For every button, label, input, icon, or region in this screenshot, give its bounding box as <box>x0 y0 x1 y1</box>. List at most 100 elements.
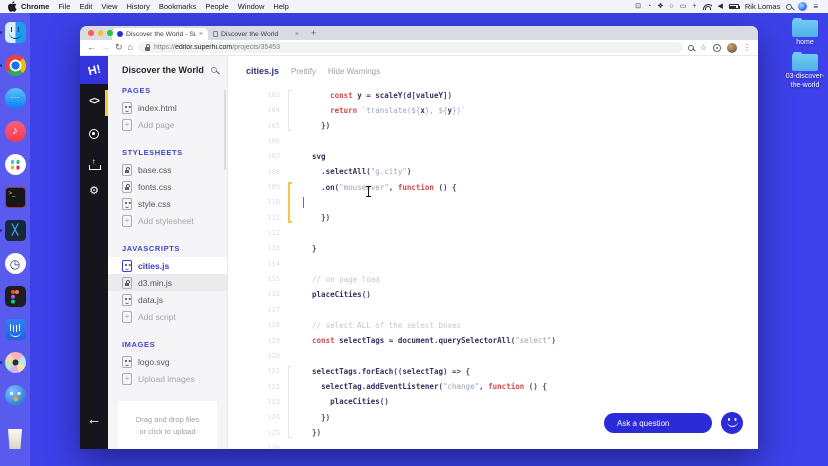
file-item-add-stylesheet[interactable]: Add stylesheet <box>108 212 227 229</box>
volume-icon[interactable]: ◀ <box>718 3 723 10</box>
dock-bird-icon[interactable] <box>4 385 26 406</box>
prettify-button[interactable]: Prettify <box>291 67 316 76</box>
lock-file-icon <box>122 163 132 176</box>
menubar-status-icons: ⊡ ◔ ❖ ○ ▭ + ◀ <box>635 3 740 10</box>
siri-icon[interactable] <box>798 2 808 11</box>
zoom-window-button[interactable] <box>107 30 113 36</box>
file-item-cities-js[interactable]: cities.js <box>108 257 227 274</box>
search-icon[interactable] <box>687 44 694 51</box>
minimize-window-button[interactable] <box>97 30 103 36</box>
dock-slack-icon[interactable] <box>4 154 26 175</box>
code-tab-icon[interactable]: <> <box>80 96 108 107</box>
file-label: logo.svg <box>138 356 170 367</box>
preview-eye-icon[interactable] <box>80 126 108 144</box>
lock-file-icon <box>122 276 132 289</box>
plus-icon[interactable]: + <box>692 3 696 10</box>
menu-people[interactable]: People <box>205 2 228 11</box>
line-text: }) <box>312 428 322 438</box>
dock-airmail-icon[interactable]: ◷ <box>4 253 26 274</box>
notification-list-icon[interactable]: ≡ <box>813 2 818 11</box>
section-header-pages: PAGES <box>122 86 151 95</box>
new-tab-button[interactable]: + <box>311 28 316 38</box>
code-line-122: 122 selectTag.addEventListener("change",… <box>228 380 758 395</box>
menu-history[interactable]: History <box>127 2 150 11</box>
code-line-106: 106 <box>228 134 758 149</box>
menu-chrome[interactable]: Chrome <box>21 2 49 11</box>
file-item-add-script[interactable]: Add script <box>108 308 227 325</box>
dock-intercom-icon[interactable] <box>4 319 26 340</box>
sidebar-scrollbar[interactable] <box>223 90 226 170</box>
bookmark-star-icon[interactable]: ☆ <box>700 43 707 52</box>
file-item-data-js[interactable]: data.js <box>108 291 227 308</box>
superhi-logo[interactable]: H! <box>80 56 108 84</box>
dock-vscode-icon[interactable]: ╳ <box>0 220 26 241</box>
clock-icon[interactable]: ◔ <box>647 3 651 10</box>
dock-sticker-icon[interactable] <box>0 352 26 373</box>
file-search-icon[interactable] <box>211 67 217 73</box>
code-line-116: 116 placeCities() <box>228 287 758 302</box>
home-icon[interactable]: ⌂ <box>128 43 133 52</box>
smile-file-icon <box>122 355 132 368</box>
file-item-style-css[interactable]: style.css <box>108 195 227 212</box>
dock-chrome-icon[interactable] <box>0 55 26 76</box>
menu-edit[interactable]: Edit <box>79 2 92 11</box>
file-item-add-page[interactable]: Add page <box>108 116 227 133</box>
ask-question-button[interactable]: Ask a question <box>604 413 712 433</box>
menu-help[interactable]: Help <box>273 2 288 11</box>
tab-close-icon[interactable]: × <box>295 31 299 38</box>
back-arrow-button[interactable]: ← <box>80 411 108 428</box>
menu-file[interactable]: File <box>58 2 70 11</box>
desktop-folder-03-discover-the-world[interactable]: 03-discover-the-world <box>782 51 828 91</box>
upload-dropzone[interactable]: Drag and drop files or click to upload <box>118 401 217 449</box>
address-bar[interactable]: https://editor.superhi.com/projects/3545… <box>137 42 683 53</box>
menu-view[interactable]: View <box>101 2 117 11</box>
dock: ⋯ ♪ >_ ╳ ◷ <box>0 13 30 466</box>
menu-window[interactable]: Window <box>238 2 265 11</box>
line-number: 124 <box>267 413 280 422</box>
file-item-upload-images[interactable]: Upload images <box>108 370 227 387</box>
dock-music-icon[interactable]: ♪ <box>4 121 26 142</box>
dock-messages-icon[interactable]: ⋯ <box>4 88 26 109</box>
profile-avatar[interactable] <box>727 42 737 53</box>
tab-close-icon[interactable]: × <box>199 31 203 38</box>
code-line-108: 108 .selectAll("g.city") <box>228 165 758 180</box>
settings-gear-icon[interactable]: ⚙ <box>80 184 108 197</box>
file-item-fonts-css[interactable]: fonts.css <box>108 178 227 195</box>
file-item-index-html[interactable]: index.html <box>108 99 227 116</box>
folder-icon <box>792 17 818 37</box>
line-number: 113 <box>267 244 280 253</box>
desktop: Chrome File Edit View History Bookmarks People… <box>0 0 828 466</box>
wifi-icon[interactable] <box>702 3 712 10</box>
line-number: 106 <box>267 137 280 146</box>
chat-smiley-button[interactable] <box>721 412 743 434</box>
display-icon[interactable]: ▭ <box>680 3 687 10</box>
hide-warnings-button[interactable]: Hide Warnings <box>328 67 380 76</box>
file-item-logo-svg[interactable]: logo.svg <box>108 353 227 370</box>
browser-tab-1[interactable]: Discover the World - Superhi× <box>112 28 208 40</box>
menu-bookmarks[interactable]: Bookmarks <box>159 2 197 11</box>
dropbox-icon[interactable]: ❖ <box>657 3 663 10</box>
file-item-base-css[interactable]: base.css <box>108 161 227 178</box>
dock-terminal-icon[interactable]: >_ <box>4 187 26 208</box>
browser-tab-2[interactable]: Discover the World × <box>208 28 304 40</box>
dock-figma-icon[interactable] <box>4 286 26 307</box>
forward-icon[interactable]: → <box>101 43 110 52</box>
file-item-d3-min-js[interactable]: d3.min.js <box>108 274 227 291</box>
window-mirror-icon[interactable]: ⊡ <box>635 3 641 10</box>
close-window-button[interactable] <box>88 30 94 36</box>
dock-trash-icon[interactable] <box>5 429 26 450</box>
reload-icon[interactable]: ↻ <box>115 43 123 52</box>
spotlight-search-icon[interactable] <box>786 3 793 10</box>
back-icon[interactable]: ← <box>87 43 96 52</box>
desktop-folder-home[interactable]: home <box>782 17 828 48</box>
apple-icon[interactable] <box>8 1 17 12</box>
extension-icon[interactable] <box>713 43 721 52</box>
battery-icon[interactable] <box>728 4 740 9</box>
smile-file-icon <box>122 101 132 114</box>
circle-status-icon[interactable]: ○ <box>670 3 674 10</box>
code-area[interactable]: 103 const y = scaleY(d[valueY]) 104 retur… <box>228 88 758 449</box>
browser-menu-icon[interactable]: ⋮ <box>743 43 751 52</box>
dock-finder-icon[interactable] <box>0 22 26 43</box>
menubar-username[interactable]: Rik Lomas <box>745 2 780 11</box>
publish-upload-icon[interactable] <box>80 157 108 175</box>
